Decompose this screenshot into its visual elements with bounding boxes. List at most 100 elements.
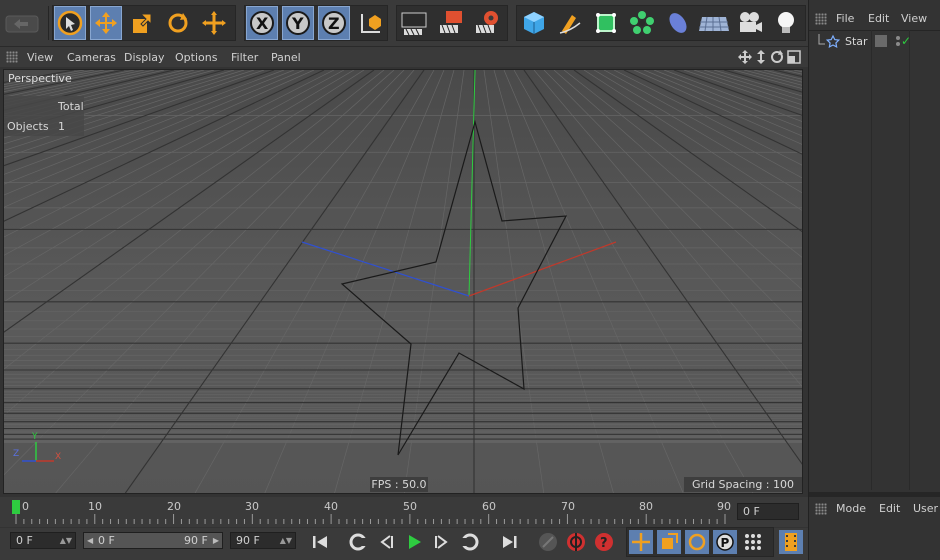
timeline-tick-30: 30 xyxy=(245,500,259,513)
object-name: Star xyxy=(845,35,868,48)
coordinate-system-icon[interactable] xyxy=(354,6,386,40)
fps-readout: FPS : 50.0 xyxy=(370,477,428,492)
autokeying-icon[interactable] xyxy=(564,530,588,554)
record-keyframe-disabled-icon[interactable] xyxy=(536,530,560,554)
range-left-arrow-icon[interactable]: ◀ xyxy=(87,533,93,548)
hud-objects-value: 1 xyxy=(58,120,65,133)
menu-view[interactable]: View xyxy=(27,51,53,64)
pen-spline-icon[interactable] xyxy=(554,6,586,40)
keyframe-selection-icon[interactable]: ? xyxy=(592,530,616,554)
grip-handle-icon[interactable] xyxy=(6,51,18,63)
timeline-film-icon[interactable] xyxy=(779,530,803,554)
am-menu-user[interactable]: User xyxy=(913,502,938,515)
svg-text:P: P xyxy=(721,536,730,550)
object-manager-panel: File Edit View Star ✓ Mode Edit User xyxy=(808,0,940,560)
subdivision-surface-icon[interactable] xyxy=(590,6,622,40)
y-axis-lock-button[interactable]: Y xyxy=(282,6,314,40)
previous-frame-icon[interactable] xyxy=(374,530,398,554)
svg-text:?: ? xyxy=(600,536,608,551)
z-axis-lock-button[interactable]: Z xyxy=(318,6,350,40)
cube-icon[interactable] xyxy=(518,6,550,40)
layer-icon[interactable] xyxy=(875,35,887,47)
timeline-playhead[interactable] xyxy=(12,500,20,514)
perspective-viewport[interactable]: Y Z X xyxy=(3,69,803,494)
main-toolbar: X Y Z xyxy=(0,0,808,47)
undo-icon[interactable] xyxy=(2,6,42,40)
hud-stats-panel: Total Objects 1 xyxy=(4,96,84,136)
start-frame-field[interactable]: 0 F ▲▼ xyxy=(10,532,76,549)
timeline-tick-60: 60 xyxy=(482,500,496,513)
am-menu-edit[interactable]: Edit xyxy=(879,502,900,515)
go-to-end-icon[interactable] xyxy=(498,530,522,554)
menu-filter[interactable]: Filter xyxy=(231,51,258,64)
om-menu-view[interactable]: View xyxy=(901,12,927,25)
live-selection-icon[interactable] xyxy=(54,6,86,40)
cloner-icon[interactable] xyxy=(626,6,658,40)
hud-total-header: Total xyxy=(58,100,84,113)
gizmo-z-label: Z xyxy=(13,449,20,459)
camera-label[interactable]: Perspective xyxy=(8,72,72,85)
zoom-view-icon[interactable] xyxy=(755,50,767,67)
rotate-icon[interactable] xyxy=(162,6,194,40)
maximize-view-icon[interactable] xyxy=(787,50,801,67)
floor-icon[interactable] xyxy=(698,6,730,40)
transform-icon[interactable] xyxy=(198,6,230,40)
timeline-tick-20: 20 xyxy=(167,500,181,513)
previous-key-icon[interactable] xyxy=(346,530,370,554)
next-key-icon[interactable] xyxy=(458,530,482,554)
render-settings-icon[interactable] xyxy=(470,6,502,40)
timeline-tick-70: 70 xyxy=(561,500,575,513)
timeline-tick-90: 90 xyxy=(717,500,731,513)
start-frame-value: 0 F xyxy=(16,534,33,547)
am-menu-mode[interactable]: Mode xyxy=(836,502,866,515)
scale-icon[interactable] xyxy=(126,6,158,40)
x-axis-lock-button[interactable]: X xyxy=(246,6,278,40)
current-frame-field[interactable]: 0 F xyxy=(737,503,799,520)
next-frame-icon[interactable] xyxy=(430,530,454,554)
timeline-tick-10: 10 xyxy=(88,500,102,513)
timeline-tick-80: 80 xyxy=(639,500,653,513)
key-parameter-icon[interactable]: P xyxy=(713,530,737,554)
range-start-value: 0 F xyxy=(98,534,115,547)
end-frame-value: 90 F xyxy=(236,534,260,547)
menu-panel[interactable]: Panel xyxy=(271,51,301,64)
go-to-start-icon[interactable] xyxy=(308,530,332,554)
stepper-icon[interactable]: ▲▼ xyxy=(60,533,72,548)
hud-objects-label: Objects xyxy=(7,120,49,133)
end-frame-field[interactable]: 90 F ▲▼ xyxy=(230,532,296,549)
key-position-icon[interactable] xyxy=(629,530,653,554)
grip-handle-icon[interactable] xyxy=(815,503,827,515)
timeline-tick-50: 50 xyxy=(403,500,417,513)
viewport-menu-bar: View Cameras Display Options Filter Pane… xyxy=(0,47,808,67)
range-right-arrow-icon[interactable]: ▶ xyxy=(213,533,219,548)
x-axis-label: X xyxy=(256,14,269,33)
gizmo-x-label: X xyxy=(55,452,62,462)
om-menu-edit[interactable]: Edit xyxy=(868,12,889,25)
play-forward-icon[interactable] xyxy=(402,530,426,554)
move-icon[interactable] xyxy=(90,6,122,40)
grip-handle-icon[interactable] xyxy=(815,13,827,25)
deformer-icon[interactable] xyxy=(662,6,694,40)
menu-cameras[interactable]: Cameras xyxy=(67,51,116,64)
rotate-view-icon[interactable] xyxy=(770,50,784,67)
menu-options[interactable]: Options xyxy=(175,51,217,64)
y-axis-label: Y xyxy=(292,14,304,33)
render-picture-viewer-icon[interactable] xyxy=(434,6,466,40)
pan-view-icon[interactable] xyxy=(738,50,752,67)
z-axis-label: Z xyxy=(328,14,340,33)
om-menu-file[interactable]: File xyxy=(836,12,854,25)
menu-display[interactable]: Display xyxy=(124,51,165,64)
preview-range-slider[interactable]: ◀ 0 F 90 F ▶ xyxy=(83,532,223,549)
camera-icon[interactable] xyxy=(734,6,766,40)
stepper-icon[interactable]: ▲▼ xyxy=(280,533,292,548)
render-view-icon[interactable] xyxy=(398,6,430,40)
key-point-level-icon[interactable] xyxy=(741,530,765,554)
object-row-star[interactable]: Star ✓ xyxy=(817,34,940,50)
enabled-check-icon[interactable]: ✓ xyxy=(901,34,911,48)
key-scale-icon[interactable] xyxy=(657,530,681,554)
light-bulb-icon[interactable] xyxy=(770,6,802,40)
key-rotation-icon[interactable] xyxy=(685,530,709,554)
timeline-tick-0: 0 xyxy=(22,500,29,513)
range-end-value: 90 F xyxy=(184,534,208,547)
timeline-tick-40: 40 xyxy=(324,500,338,513)
